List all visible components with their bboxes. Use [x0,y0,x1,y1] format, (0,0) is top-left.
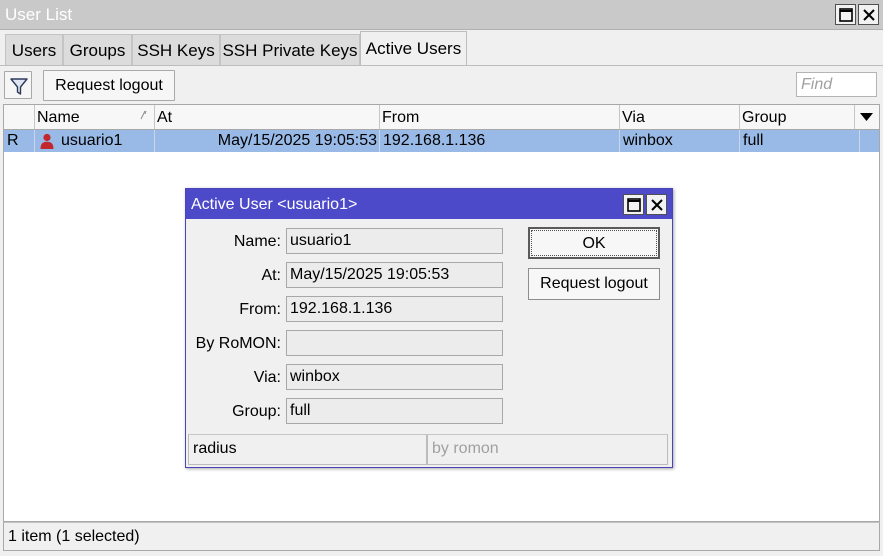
maximize-icon [627,198,641,212]
from-label: From: [239,301,281,318]
close-icon [651,199,663,211]
from-field[interactable]: 192.168.1.136 [286,296,503,322]
table-row[interactable]: R usuario1 May/15/2025 19:05:53 192.168.… [4,130,879,152]
dialog-titlebar[interactable]: Active User <usuario1> [186,189,672,219]
via-label: Via: [253,369,281,386]
row-at: May/15/2025 19:05:53 [217,132,377,149]
dialog-maximize-button[interactable] [623,194,644,215]
tab-divider [0,65,883,66]
active-user-dialog[interactable]: Active User <usuario1> Name: usuario1 At… [185,188,673,468]
column-header-flag[interactable] [4,105,35,130]
filter-button[interactable] [4,71,32,99]
dialog-request-logout-label: Request logout [540,275,648,292]
cell-divider [34,130,35,152]
tab-users[interactable]: Users [5,34,63,65]
close-icon [863,9,875,21]
column-header-via[interactable]: Via [620,105,740,130]
dialog-status-right: by romon [427,434,668,465]
status-text: 1 item (1 selected) [8,528,140,545]
cell-divider [379,130,380,152]
name-label: Name: [233,233,281,250]
dialog-title: Active User <usuario1> [191,196,358,213]
row-name: usuario1 [61,132,123,149]
via-field[interactable]: winbox [286,364,503,390]
at-field[interactable]: May/15/2025 19:05:53 [286,262,503,288]
dialog-status-right-text: by romon [432,440,499,457]
cell-divider [619,130,620,152]
column-header-group[interactable]: Group [740,105,855,130]
group-label: Group: [232,403,281,420]
column-header-from[interactable]: From [380,105,620,130]
column-header-name[interactable]: Name [35,105,155,130]
by-romon-field[interactable] [286,330,503,356]
column-header-label: Name [37,109,80,126]
tab-active-users[interactable]: Active Users [360,31,467,66]
user-icon [40,133,54,149]
row-group: full [743,132,764,149]
find-input[interactable]: Find [796,72,877,97]
at-label: At: [261,267,281,284]
tab-label: Groups [69,41,126,60]
dialog-request-logout-button[interactable]: Request logout [528,268,660,300]
at-value: May/15/2025 19:05:53 [290,266,450,283]
from-value: 192.168.1.136 [290,300,393,317]
cell-divider [739,130,740,152]
column-header-at[interactable]: At [155,105,380,130]
ok-button[interactable]: OK [528,227,660,259]
column-header-label: At [157,109,173,126]
request-logout-label: Request logout [55,77,163,94]
tab-label: SSH Private Keys [222,41,358,60]
name-field[interactable]: usuario1 [286,228,503,254]
group-value: full [290,402,311,419]
dropdown-arrow-icon [860,113,873,121]
sort-indicator-icon [140,110,147,120]
tab-label: Users [11,41,57,60]
cell-divider [859,130,860,152]
column-header-label: Via [622,109,645,126]
maximize-icon [839,8,853,22]
tab-ssh-private-keys[interactable]: SSH Private Keys [220,34,360,65]
via-value: winbox [290,368,340,385]
name-value: usuario1 [290,232,352,249]
request-logout-button[interactable]: Request logout [43,70,175,101]
dialog-status-left-text: radius [193,440,237,457]
row-via: winbox [623,132,673,149]
row-flag: R [7,132,19,149]
find-placeholder: Find [801,76,833,93]
close-button[interactable] [858,4,879,25]
status-bar: 1 item (1 selected) [3,522,880,551]
tab-label: SSH Keys [137,41,215,60]
tab-ssh-keys[interactable]: SSH Keys [132,34,220,65]
tab-groups[interactable]: Groups [63,34,132,65]
window-title: User List [5,5,73,24]
row-from: 192.168.1.136 [383,132,486,149]
column-header-label: Group [742,109,787,126]
by-romon-label: By RoMON: [195,335,281,352]
column-chooser-button[interactable] [855,105,879,130]
group-field[interactable]: full [286,398,503,424]
tab-label: Active Users [365,39,462,58]
dialog-status-left: radius [188,434,427,465]
ok-label: OK [582,235,606,252]
filter-icon [10,78,28,95]
column-header-label: From [382,109,420,126]
window-titlebar[interactable]: User List [0,0,883,30]
dialog-close-button[interactable] [646,194,667,215]
maximize-button[interactable] [835,4,856,25]
